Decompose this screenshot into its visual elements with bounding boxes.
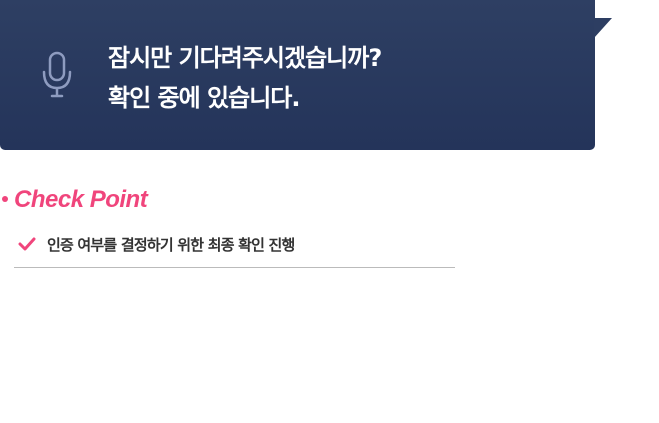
bullet-dot — [2, 195, 8, 202]
status-bubble: 잠시만 기다려주시겠습니까? 확인 중에 있습니다. — [0, 0, 595, 150]
checkpoint-title: Check Point — [14, 186, 148, 213]
microphone-icon — [42, 51, 72, 98]
checkpoint-item-text: 인증 여부를 결정하기 위한 최종 확인 진행 — [47, 235, 295, 254]
list-item: 인증 여부를 결정하기 위한 최종 확인 진행 — [18, 233, 295, 255]
status-message: 잠시만 기다려주시겠습니까? 확인 중에 있습니다. — [108, 38, 382, 118]
page: 잠시만 기다려주시겠습니까? 확인 중에 있습니다. Check Point 인… — [0, 0, 659, 423]
divider — [14, 267, 455, 268]
status-line-2: 확인 중에 있습니다. — [108, 84, 300, 112]
checkpoint-heading: Check Point — [2, 184, 148, 216]
bubble-tail — [594, 18, 612, 38]
check-icon — [18, 237, 36, 251]
status-line-1: 잠시만 기다려주시겠습니까? — [108, 44, 382, 72]
